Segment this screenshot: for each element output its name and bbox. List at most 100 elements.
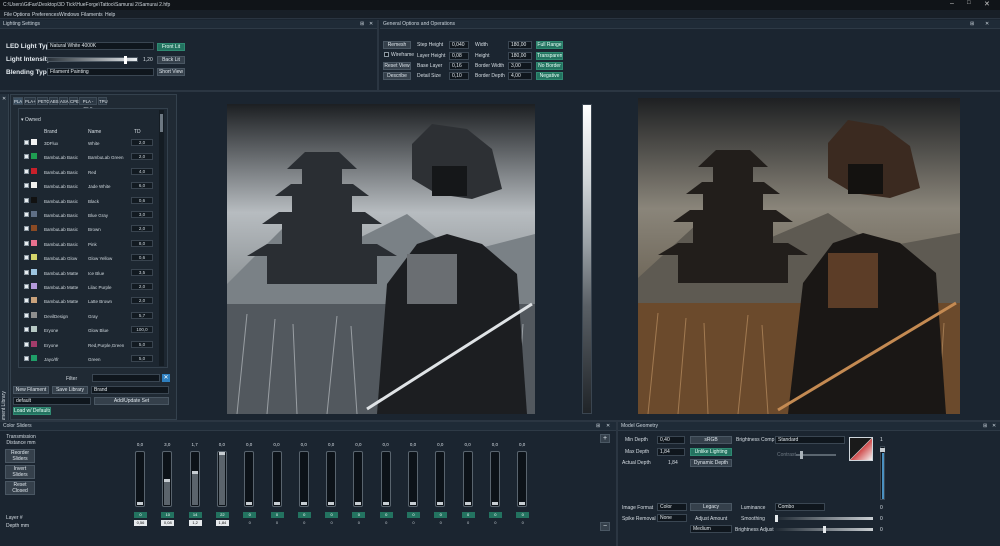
srgb-button[interactable]: sRGB (690, 436, 732, 444)
color-slider[interactable] (189, 451, 200, 507)
border-depth-field[interactable]: 4,00 (508, 72, 532, 80)
filament-tab-pla-[interactable]: PLA+ (24, 97, 36, 105)
color-slider[interactable] (216, 451, 227, 507)
light-intensity-slider[interactable] (47, 56, 138, 64)
brightness-adjust-slider[interactable] (775, 526, 873, 533)
close-panel-icon[interactable]: ✕ (369, 20, 373, 29)
pin-icon[interactable]: ⊞ (983, 422, 987, 431)
column-td[interactable]: TD (134, 129, 141, 135)
close-panel-icon[interactable]: ✕ (992, 422, 996, 431)
base-layer-field[interactable]: 0,16 (449, 62, 469, 70)
filament-enabled-checkbox[interactable] (24, 269, 29, 275)
smoothing-slider[interactable] (775, 515, 873, 522)
led-light-type-select[interactable]: Natural White 4000K (47, 42, 154, 50)
dynamic-depth-button[interactable]: Dynamic Depth (690, 459, 732, 467)
luminance-select[interactable]: Combo (775, 503, 825, 511)
color-slider[interactable] (271, 451, 282, 507)
depth-scale-slider[interactable] (880, 446, 885, 500)
filament-tab-pla-silk[interactable]: PLA - SILK (79, 97, 97, 111)
slider-thumb[interactable] (410, 502, 416, 505)
minimize-icon[interactable]: – (950, 0, 954, 7)
height-field[interactable]: 180,00 (508, 52, 532, 60)
color-slider[interactable] (135, 451, 145, 507)
filament-row[interactable]: BambuLab Basic Blue Gray 3,0 (23, 209, 156, 223)
menu-filaments[interactable]: Filaments (81, 12, 103, 18)
adjust-amount-select[interactable]: Medium (690, 525, 732, 533)
detail-size-field[interactable]: 0,10 (449, 72, 469, 80)
menu-windows[interactable]: Windows (59, 12, 79, 18)
preview-image-original[interactable] (638, 98, 960, 414)
slider-thumb[interactable] (437, 502, 444, 505)
close-panel-icon[interactable]: ✕ (985, 20, 989, 29)
slider-thumb[interactable] (382, 502, 389, 505)
filament-row[interactable]: Jayo/Ifr Green 5,0 (23, 353, 156, 367)
filament-enabled-checkbox[interactable] (24, 197, 29, 203)
group-owned-toggle[interactable]: ▾ Owned (21, 117, 41, 123)
invert-sliders-button[interactable]: Invert Sliders (5, 465, 35, 479)
no-border-button[interactable]: No Border (536, 62, 563, 70)
color-slider[interactable] (380, 451, 391, 507)
close-panel-icon[interactable]: ✕ (606, 422, 610, 431)
add-slider-button[interactable]: + (600, 434, 610, 443)
spike-removal-select[interactable]: None (657, 514, 687, 522)
filament-library-side-tab[interactable]: Filament Library (0, 94, 9, 427)
filament-row[interactable]: BambuLab Basic Jade White 6,0 (23, 180, 156, 194)
filament-tab-cpe[interactable]: CPE (69, 97, 79, 105)
brand-select[interactable]: Brand (91, 386, 169, 394)
filament-row[interactable]: BambuLab Matte Latte Brown 2,0 (23, 295, 156, 309)
column-name[interactable]: Name (88, 129, 101, 135)
light-intensity-thumb[interactable] (124, 56, 127, 64)
scrollbar-thumb[interactable] (160, 114, 163, 132)
color-swatch-preview[interactable] (849, 437, 873, 461)
color-slider[interactable] (298, 451, 309, 507)
reorder-sliders-button[interactable]: Reorder Sliders (5, 449, 35, 463)
filament-enabled-checkbox[interactable] (24, 327, 29, 333)
filament-row[interactable]: BambuLab Glow Glow Yellow 0,6 (23, 252, 156, 266)
filament-enabled-checkbox[interactable] (24, 212, 29, 217)
reset-closed-sliders-button[interactable]: Reset Closed Sliders (5, 481, 35, 495)
front-lit-button[interactable]: Front Lit (157, 43, 185, 51)
contrast-slider[interactable] (796, 451, 836, 459)
filament-row[interactable]: DevilDesign Gray 5,7 (23, 310, 156, 324)
filament-enabled-checkbox[interactable] (24, 356, 29, 361)
layer-height-field[interactable]: 0,08 (449, 52, 469, 60)
filament-enabled-checkbox[interactable] (24, 140, 29, 145)
menu-help[interactable]: Help (105, 12, 115, 18)
close-panel-icon[interactable]: ✕ (2, 96, 6, 102)
menu-preferences[interactable]: Preferences (32, 12, 59, 18)
full-range-button[interactable]: Full Range (536, 41, 563, 49)
color-slider[interactable] (326, 451, 337, 507)
min-depth-field[interactable]: 0,40 (657, 436, 685, 444)
filament-tab-pla[interactable]: PLA (13, 97, 23, 105)
slider-thumb[interactable] (464, 502, 471, 505)
menu-options[interactable]: Options (13, 12, 30, 18)
unlike-lighting-button[interactable]: Unlike Lighting (690, 448, 732, 456)
filament-tab-abs[interactable]: ABS (49, 97, 59, 105)
filament-row[interactable]: Eryone Glow Blue 100,0 (23, 324, 156, 338)
color-slider[interactable] (353, 451, 364, 507)
add-update-set-button[interactable]: Add/Update Set (94, 397, 169, 405)
slider-thumb[interactable] (191, 471, 198, 474)
border-width-field[interactable]: 3,00 (508, 62, 532, 70)
filament-enabled-checkbox[interactable] (24, 226, 29, 232)
slider-thumb[interactable] (164, 479, 171, 482)
preview-image-filament[interactable] (227, 104, 535, 414)
filter-input[interactable] (92, 374, 160, 382)
filament-enabled-checkbox[interactable] (24, 284, 29, 289)
transparent-button[interactable]: Transparent (536, 52, 563, 60)
image-format-select[interactable]: Color (657, 503, 687, 511)
remesh-button[interactable]: Remesh (383, 41, 411, 49)
slider-thumb[interactable] (300, 502, 307, 505)
menu-file[interactable]: File (4, 12, 12, 18)
remove-slider-button[interactable]: − (600, 522, 610, 531)
save-library-button[interactable]: Save Library (52, 386, 88, 394)
filament-enabled-checkbox[interactable] (24, 154, 29, 160)
back-lit-button[interactable]: Back Lit (157, 56, 185, 64)
filament-enabled-checkbox[interactable] (24, 168, 29, 174)
brightness-comp-select[interactable]: Standard (775, 436, 845, 444)
color-slider[interactable] (517, 451, 528, 507)
filament-tab-asa[interactable]: ASA (59, 97, 69, 105)
slider-thumb[interactable] (218, 452, 225, 455)
filament-enabled-checkbox[interactable] (24, 255, 29, 261)
close-icon[interactable]: ✕ (984, 0, 990, 8)
